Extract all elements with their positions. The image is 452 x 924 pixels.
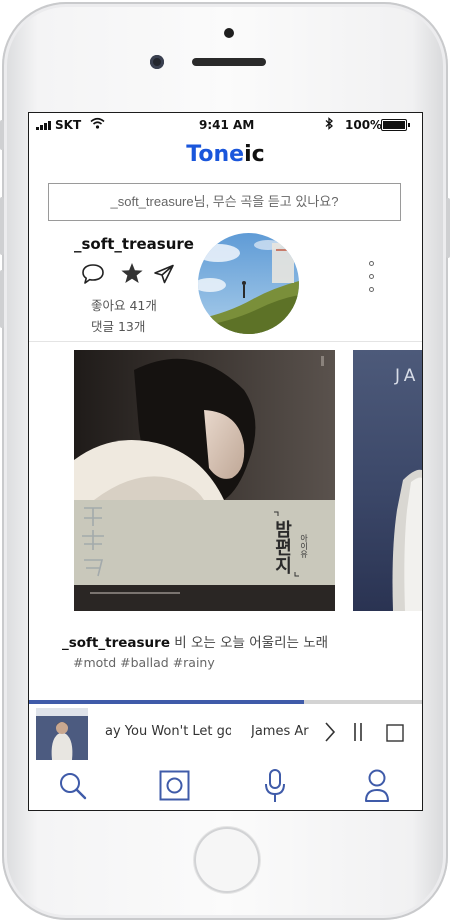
album-cover-main[interactable]: 밤편지 아이유 [74,350,335,611]
caption-username[interactable]: _soft_treasure [62,635,170,651]
stop-icon[interactable] [386,724,404,742]
front-sensor [224,28,234,38]
wifi-icon [90,117,105,129]
volume-up-button [0,197,4,255]
battery-percent: 100% [345,118,383,132]
battery-icon [381,119,410,131]
mute-switch [0,120,4,150]
earpiece-speaker [192,58,266,66]
profile-icon[interactable] [363,768,391,804]
post-username[interactable]: _soft_treasure [74,235,194,253]
album-cover-next[interactable]: JA [353,350,422,611]
logo-part-ic: ic [244,142,265,167]
post-caption: _soft_treasure 비 오는 오늘 어울리는 노래 [62,631,328,651]
pause-icon[interactable] [351,721,365,743]
front-camera [150,55,164,69]
more-options-icon[interactable] [365,261,379,295]
album-icon[interactable] [159,770,190,801]
star-icon[interactable] [120,262,144,285]
album-artist-text: 아이유 [299,533,308,559]
signal-icon [36,121,51,130]
app-screen: SKT 9:41 AM 100% Toneic _soft_treasure님,… [29,113,422,810]
profile-avatar[interactable] [198,233,299,334]
now-playing-artist[interactable]: James Ar [251,724,309,739]
share-icon[interactable] [153,264,175,284]
logo-part-tone: Tone [186,142,245,167]
album-title-text: 밤편지 [272,520,293,575]
status-input[interactable]: _soft_treasure님, 무슨 곡을 듣고 있나요? [48,183,401,221]
caption-text: 비 오는 오늘 어울리는 노래 [169,635,329,651]
bottom-tab-bar [29,761,422,810]
microphone-icon[interactable] [263,768,287,804]
now-playing-song[interactable]: ay You Won't Let go [105,724,231,739]
post-tags[interactable]: #motd #ballad #rainy [73,655,215,670]
app-logo: Toneic [29,142,422,167]
carrier-label: SKT [55,118,82,132]
post-divider [29,341,422,342]
comments-count[interactable]: 댓글 13개 [91,316,145,335]
status-bar: SKT 9:41 AM 100% [29,113,422,137]
home-button[interactable] [194,827,260,893]
likes-count[interactable]: 좋아요 41개 [91,295,157,314]
search-icon[interactable] [58,771,88,801]
bluetooth-icon [325,117,333,130]
now-playing-thumbnail[interactable] [36,708,88,760]
volume-down-button [0,270,4,328]
power-button [446,198,450,258]
next-icon[interactable] [323,721,337,743]
clock: 9:41 AM [199,118,255,132]
comment-icon[interactable] [81,263,105,285]
mini-player[interactable]: ay You Won't Let go James Ar [29,704,422,760]
